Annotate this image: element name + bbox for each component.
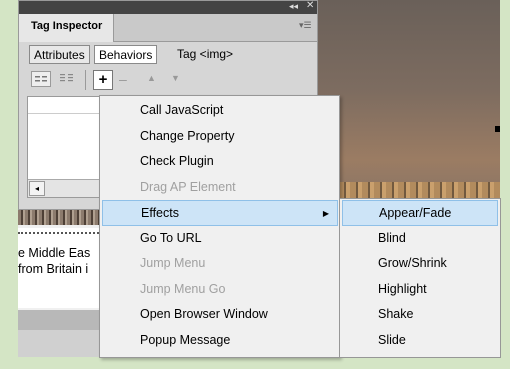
- add-behavior-menu: Call JavaScript Change Property Check Pl…: [99, 95, 340, 358]
- menu-item-change-property[interactable]: Change Property: [102, 124, 338, 150]
- toolbar-separator: [85, 70, 86, 90]
- collapse-icon[interactable]: ◂◂: [289, 1, 298, 12]
- move-up-button[interactable]: ▲: [147, 73, 156, 83]
- move-down-button[interactable]: ▼: [171, 73, 180, 83]
- panel-tabstrip: Tag Inspector ▾☰: [19, 14, 317, 42]
- subtab-bar: Attributes Behaviors Tag <img>: [19, 42, 317, 68]
- submenu-item-highlight[interactable]: Highlight: [342, 277, 498, 303]
- menu-item-check-plugin[interactable]: Check Plugin: [102, 149, 338, 175]
- image-resize-handle[interactable]: [495, 126, 500, 132]
- panel-titlebar[interactable]: ◂◂ ✕: [19, 0, 317, 14]
- document-text-line: e Middle Eas: [18, 246, 91, 260]
- effects-submenu: Appear/Fade Blind Grow/Shrink Highlight …: [339, 198, 501, 358]
- tab-tag-inspector[interactable]: Tag Inspector: [19, 14, 114, 42]
- menu-item-open-browser-window[interactable]: Open Browser Window: [102, 302, 338, 328]
- show-all-events-icon[interactable]: [57, 71, 77, 87]
- submenu-item-grow-shrink[interactable]: Grow/Shrink: [342, 251, 498, 277]
- submenu-item-shake[interactable]: Shake: [342, 302, 498, 328]
- submenu-item-slide[interactable]: Slide: [342, 328, 498, 354]
- submenu-arrow-icon: ▶: [322, 209, 329, 218]
- menu-item-call-javascript[interactable]: Call JavaScript: [102, 98, 338, 124]
- subtab-attributes[interactable]: Attributes: [29, 45, 90, 64]
- submenu-item-blind[interactable]: Blind: [342, 226, 498, 252]
- remove-behavior-button[interactable]: –: [119, 71, 127, 87]
- menu-item-effects[interactable]: Effects ▶: [102, 200, 338, 226]
- dotted-divider: [18, 232, 103, 236]
- current-tag-label: Tag <img>: [177, 47, 234, 61]
- menu-item-label: Effects: [141, 206, 179, 220]
- status-band: [18, 310, 103, 330]
- photo-image[interactable]: [318, 0, 500, 200]
- menu-item-jump-menu-go: Jump Menu Go: [140, 281, 226, 296]
- scroll-left-icon[interactable]: ◂: [29, 181, 45, 196]
- menu-item-go-to-url[interactable]: Go To URL: [102, 226, 338, 252]
- behaviors-toolbar: + – ▲ ▼: [19, 68, 317, 96]
- close-icon[interactable]: ✕: [306, 0, 314, 11]
- status-band-lower: [18, 330, 103, 357]
- photo-skyline: [338, 182, 500, 198]
- menu-item-drag-ap-element: Drag AP Element: [140, 179, 236, 194]
- subtab-behaviors[interactable]: Behaviors: [94, 45, 158, 64]
- menu-item-jump-menu: Jump Menu: [140, 256, 206, 270]
- panel-options-menu-icon[interactable]: ▾☰: [299, 20, 312, 31]
- add-behavior-button[interactable]: +: [93, 70, 113, 90]
- document-text-line: from Britain i: [18, 262, 89, 275]
- menu-item-popup-message[interactable]: Popup Message: [102, 328, 338, 354]
- submenu-item-appear-fade[interactable]: Appear/Fade: [342, 200, 498, 226]
- show-set-events-icon[interactable]: [31, 71, 51, 87]
